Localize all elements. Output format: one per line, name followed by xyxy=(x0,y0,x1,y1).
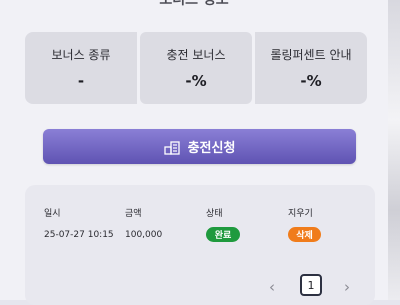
stat-label: 롤링퍼센트 안내 xyxy=(270,48,352,62)
stat-rolling-percent: 롤링퍼센트 안내 -% xyxy=(255,32,367,104)
history-table xyxy=(25,185,375,305)
stat-value: -% xyxy=(185,72,207,90)
header-datetime: 일시 xyxy=(44,209,61,219)
header-status: 상태 xyxy=(206,209,223,219)
header-amount: 금액 xyxy=(125,209,142,219)
main-panel: 보너스 정보 보너스 종류 - 충전 보너스 -% 롤링퍼센트 안내 -% 충전… xyxy=(0,0,388,305)
stat-bonus-type: 보너스 종류 - xyxy=(25,32,137,104)
stat-charge-bonus: 충전 보너스 -% xyxy=(140,32,252,104)
charge-request-icon xyxy=(163,140,180,155)
header-delete: 지우기 xyxy=(288,209,313,219)
background-texture xyxy=(388,0,400,300)
charge-request-button[interactable]: 충전신청 xyxy=(43,129,356,164)
section-title: 보너스 정보 xyxy=(159,0,229,8)
stat-value: - xyxy=(77,72,85,90)
stat-value: -% xyxy=(300,72,322,90)
pagination-current-page[interactable]: 1 xyxy=(300,274,322,296)
stat-label: 보너스 종류 xyxy=(51,48,111,62)
pagination-next-button[interactable]: › xyxy=(344,278,350,296)
bonus-stats: 보너스 종류 - 충전 보너스 -% 롤링퍼센트 안내 -% xyxy=(25,32,367,104)
row-datetime: 25-07-27 10:15 xyxy=(44,230,114,240)
charge-request-label: 충전신청 xyxy=(187,141,236,156)
row-amount: 100,000 xyxy=(125,230,163,240)
pagination-prev-button[interactable]: ‹ xyxy=(269,278,275,296)
status-badge: 완료 xyxy=(206,227,240,242)
stat-label: 충전 보너스 xyxy=(166,48,226,62)
delete-button[interactable]: 삭제 xyxy=(288,227,321,242)
